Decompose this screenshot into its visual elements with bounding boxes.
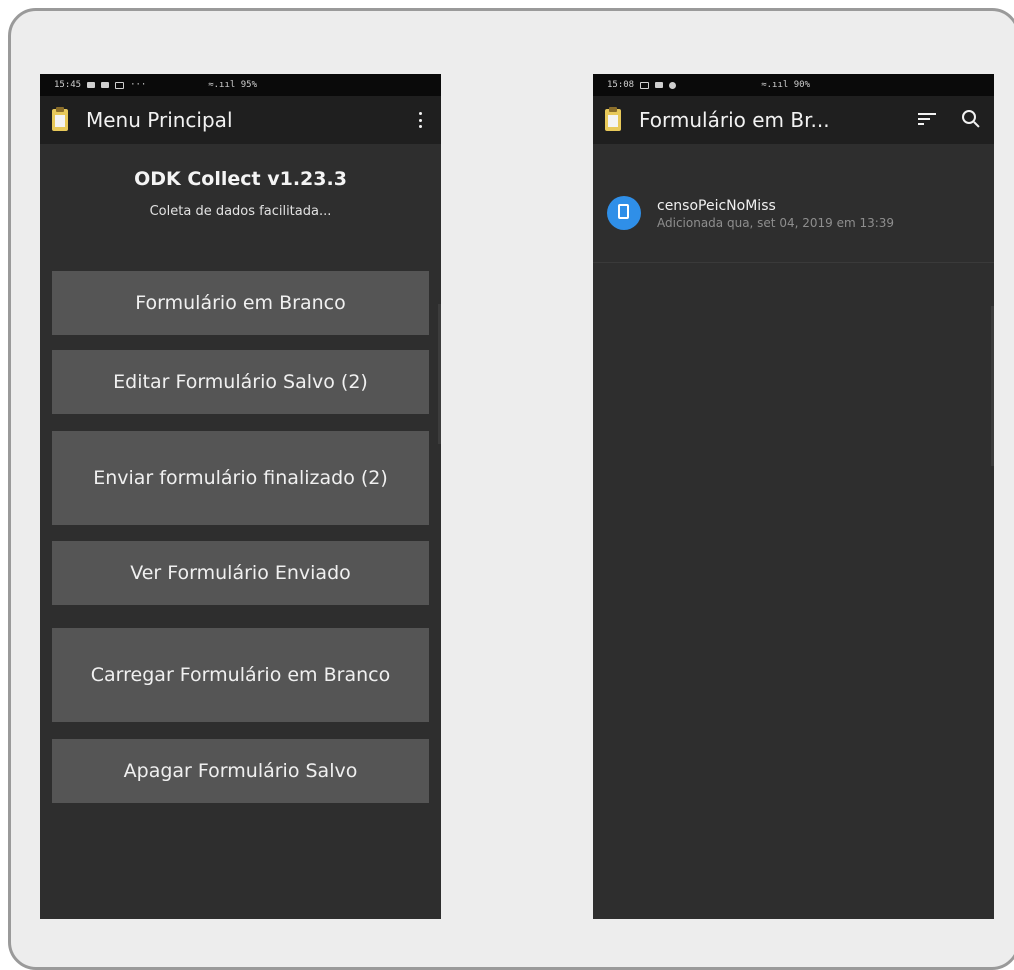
more-notifications-icon: ··· [130,80,147,90]
blank-form-button[interactable]: Formulário em Branco [52,271,429,335]
scrollbar[interactable] [438,304,441,444]
download-icon [87,82,96,88]
delete-saved-form-button[interactable]: Apagar Formulário Salvo [52,739,429,803]
status-time: 15:08 [607,80,635,90]
list-item-text: censoPeicNoMiss Adicionada qua, set 04, … [657,196,894,230]
get-blank-form-button[interactable]: Carregar Formulário em Branco [52,628,429,722]
send-finalized-form-button[interactable]: Enviar formulário finalizado (2) [52,431,429,525]
app-version: ODK Collect v1.23.3 [134,168,347,190]
app-tagline: Coleta de dados facilitada... [149,204,332,219]
status-bar: 15:45 ··· ≈.ııl 95% [40,74,441,96]
edit-saved-form-button[interactable]: Editar Formulário Salvo (2) [52,350,429,414]
status-signal: ≈.ııl 90% [761,80,810,90]
image-icon [101,82,110,88]
app-bar: Menu Principal [40,96,441,144]
app-header: ODK Collect v1.23.3 Coleta de dados faci… [40,144,441,219]
phone-blank-forms: 15:08 ≈.ııl 90% Formulário em Br... cens… [593,74,994,919]
overflow-menu-icon[interactable] [419,112,423,128]
scrollbar[interactable] [991,306,994,466]
page-title: Formulário em Br... [639,108,830,132]
clipboard-icon [52,107,68,131]
notification-icon [115,81,125,89]
form-name: censoPeicNoMiss [657,198,776,214]
document-icon [607,196,641,230]
app-bar: Formulário em Br... [593,96,994,144]
image-icon [655,82,664,88]
status-time: 15:45 [54,80,82,90]
sort-icon[interactable] [918,112,936,126]
list-item[interactable]: censoPeicNoMiss Adicionada qua, set 04, … [593,186,994,260]
notification-icon [640,81,650,89]
form-date: Adicionada qua, set 04, 2019 em 13:39 [657,216,895,230]
phone-main-menu: 15:45 ··· ≈.ııl 95% Menu Principal ODK C… [40,74,441,919]
status-bar: 15:08 ≈.ııl 90% [593,74,994,96]
status-signal: ≈.ııl 95% [208,80,257,90]
page-title: Menu Principal [86,108,233,132]
clipboard-icon [605,107,621,131]
search-icon[interactable] [962,110,980,128]
view-sent-form-button[interactable]: Ver Formulário Enviado [52,541,429,605]
app-notification-icon [669,81,677,89]
divider [593,262,994,263]
